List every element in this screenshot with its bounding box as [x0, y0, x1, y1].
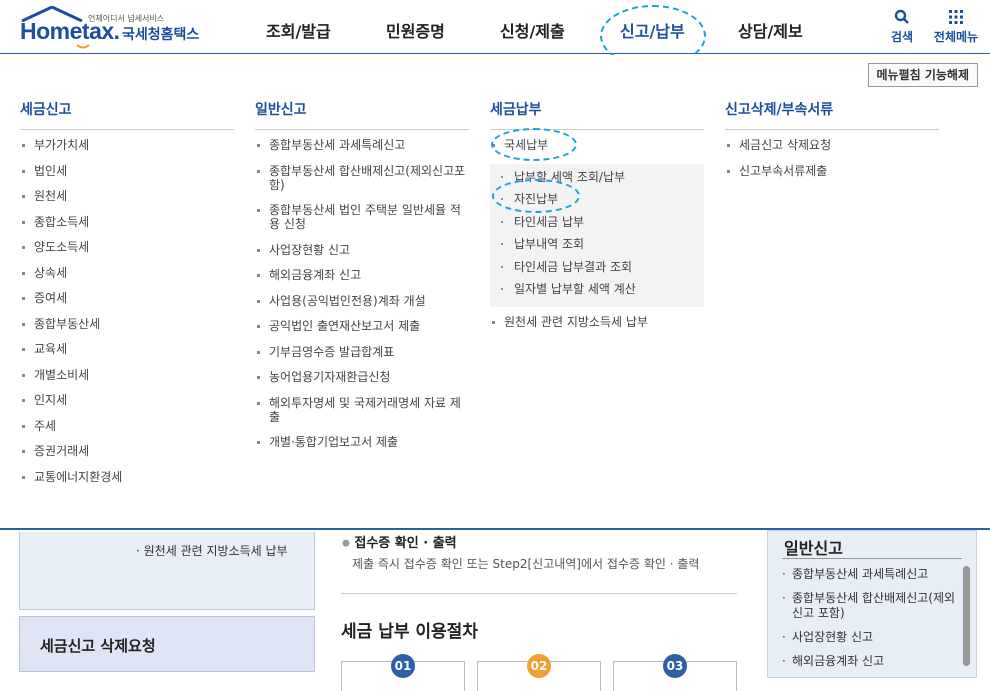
menu-item[interactable]: 종합부동산세 합산배제신고(제외신고포함)	[255, 164, 469, 192]
column-title: 세금신고	[20, 99, 234, 130]
gnb-inquiry[interactable]: 조회/발급	[266, 18, 331, 42]
receipt-title-text: 접수증 확인 · 출력	[354, 536, 457, 551]
bullet-icon: ●	[342, 538, 350, 549]
submenu-item-self-payment[interactable]: 자진납부	[490, 192, 704, 206]
panel-title: 일반신고	[784, 539, 843, 558]
payment-panel: · 원천세 관련 지방소득세 납부	[19, 532, 315, 610]
header: 언제어디서 넘세서비스 Hometax. 국세청홈택스 조회/발급 민원증명 신…	[0, 0, 990, 67]
all-menu-label: 전체메뉴	[933, 30, 979, 44]
menu-column-tax-report: 세금신고 부가가치세 법인세 원천세 종합소득세 양도소득세 상속세 증여세 종…	[20, 99, 234, 495]
menu-item[interactable]: 기부금영수증 발급합계표	[255, 345, 469, 359]
menu-item[interactable]: 주세	[20, 419, 234, 433]
submenu-item[interactable]: 납부할 세액 조회/납부	[490, 170, 704, 184]
column-title: 세금납부	[490, 99, 704, 130]
step-card: 03	[613, 654, 737, 691]
gnb-certificate[interactable]: 민원증명	[386, 18, 445, 42]
list-item[interactable]: 종합부동산세 합산배제신고(제외신고 포함)	[782, 591, 962, 621]
menu-item[interactable]: 농어업용기자재환급신청	[255, 370, 469, 384]
menu-item[interactable]: 세금신고 삭제요청	[725, 138, 939, 152]
step-number: 03	[663, 654, 687, 678]
menu-item-national-tax-payment[interactable]: 국세납부	[490, 138, 704, 152]
menu-column-tax-payment: 세금납부 국세납부 납부할 세액 조회/납부 자진납부 타인세금 납부 납부내역…	[490, 99, 704, 340]
submenu-item[interactable]: 일자별 납부할 세액 계산	[490, 282, 704, 296]
menu-item[interactable]: 종합소득세	[20, 215, 234, 229]
logo-wordmark: Hometax.	[20, 18, 120, 45]
step-card: 02	[477, 654, 601, 691]
menu-item[interactable]: 신고부속서류제출	[725, 164, 939, 178]
logo-smile-icon	[76, 44, 90, 49]
search-button[interactable]: 검색	[875, 8, 929, 45]
procedure-title: 세금 납부 이용절차	[341, 622, 478, 642]
menu-column-general-report: 일반신고 종합부동산세 과세특례신고 종합부동산세 합산배제신고(제외신고포함)…	[255, 99, 469, 461]
list-item[interactable]: 해외금융계좌 신고	[782, 654, 962, 669]
menu-item[interactable]: 해외투자명세 및 국제거래명세 자료 제출	[255, 396, 469, 424]
receipt-title: ● 접수증 확인 · 출력	[342, 532, 457, 551]
menu-item[interactable]: 종합부동산세	[20, 317, 234, 331]
submenu-box: 납부할 세액 조회/납부 자진납부 타인세금 납부 납부내역 조회 타인세금 납…	[490, 163, 704, 307]
panel-link[interactable]: · 원천세 관련 지방소득세 납부	[136, 542, 288, 559]
search-label: 검색	[890, 30, 914, 44]
gnb-report-payment[interactable]: 신고/납부	[620, 18, 685, 42]
menu-item[interactable]: 부가가치세	[20, 138, 234, 152]
menu-item[interactable]: 증여세	[20, 291, 234, 305]
scrollbar-thumb[interactable]	[963, 566, 970, 666]
menu-item[interactable]: 해외금융계좌 신고	[255, 268, 469, 282]
page-content: · 원천세 관련 지방소득세 납부 세금신고 삭제요청 ● 접수증 확인 · 출…	[0, 530, 990, 691]
all-menu-button[interactable]: 전체메뉴	[928, 8, 984, 45]
submenu-item[interactable]: 타인세금 납부	[490, 215, 704, 229]
list-item[interactable]: 종합부동산세 과세특례신고	[782, 567, 962, 582]
logo-korean-name: 국세청홈택스	[122, 27, 200, 43]
step-card: 01	[341, 654, 465, 691]
menu-item[interactable]: 사업장현황 신고	[255, 243, 469, 257]
panel-title: 세금신고 삭제요청	[40, 637, 156, 655]
menu-item[interactable]: 상속세	[20, 266, 234, 280]
divider	[341, 593, 737, 594]
step-number: 01	[391, 654, 415, 678]
column-title: 신고삭제/부속서류	[725, 99, 939, 130]
logo-tax: tax.	[81, 18, 120, 44]
mega-menu: 메뉴펼침 기능해제 세금신고 부가가치세 법인세 원천세 종합소득세 양도소득세…	[0, 55, 990, 530]
submenu-item[interactable]: 납부내역 조회	[490, 237, 704, 251]
submenu-item[interactable]: 타인세금 납부결과 조회	[490, 260, 704, 274]
search-icon	[894, 9, 909, 24]
grid-icon	[949, 10, 963, 24]
menu-item[interactable]: 교통에너지환경세	[20, 470, 234, 484]
gnb-application[interactable]: 신청/제출	[500, 18, 565, 42]
logo-home: Home	[20, 18, 82, 44]
receipt-description: 제출 즉시 접수증 확인 또는 Step2[신고내역]에서 접수증 확인 · 출…	[352, 557, 700, 571]
menu-item[interactable]: 종합부동산세 과세특례신고	[255, 138, 469, 152]
menu-item[interactable]: 원천세 관련 지방소득세 납부	[490, 315, 704, 329]
step-number: 02	[527, 654, 551, 678]
menu-item[interactable]: 인지세	[20, 393, 234, 407]
column-title: 일반신고	[255, 99, 469, 130]
menu-fold-toggle-button[interactable]: 메뉴펼침 기능해제	[867, 63, 978, 87]
gnb-consult[interactable]: 상담/제보	[738, 18, 803, 42]
delete-request-panel[interactable]: 세금신고 삭제요청	[19, 616, 315, 672]
menu-item[interactable]: 원천세	[20, 189, 234, 203]
menu-item[interactable]: 사업용(공익법인전용)계좌 개설	[255, 294, 469, 308]
menu-column-report-delete: 신고삭제/부속서류 세금신고 삭제요청 신고부속서류제출	[725, 99, 939, 189]
menu-item[interactable]: 공익법인 출연재산보고서 제출	[255, 319, 469, 333]
divider	[782, 558, 962, 559]
general-report-panel: 일반신고 종합부동산세 과세특례신고 종합부동산세 합산배제신고(제외신고 포함…	[767, 530, 977, 678]
menu-item[interactable]: 개별소비세	[20, 368, 234, 382]
menu-item[interactable]: 증권거래세	[20, 444, 234, 458]
menu-item[interactable]: 종합부동산세 법인 주택분 일반세율 적용 신청	[255, 203, 469, 231]
menu-item[interactable]: 개별·통합기업보고서 제출	[255, 435, 469, 449]
menu-item[interactable]: 교육세	[20, 342, 234, 356]
hometax-logo[interactable]: 언제어디서 넘세서비스 Hometax. 국세청홈택스	[18, 6, 208, 50]
menu-item[interactable]: 양도소득세	[20, 240, 234, 254]
list-item[interactable]: 사업장현황 신고	[782, 630, 962, 645]
menu-item[interactable]: 법인세	[20, 164, 234, 178]
